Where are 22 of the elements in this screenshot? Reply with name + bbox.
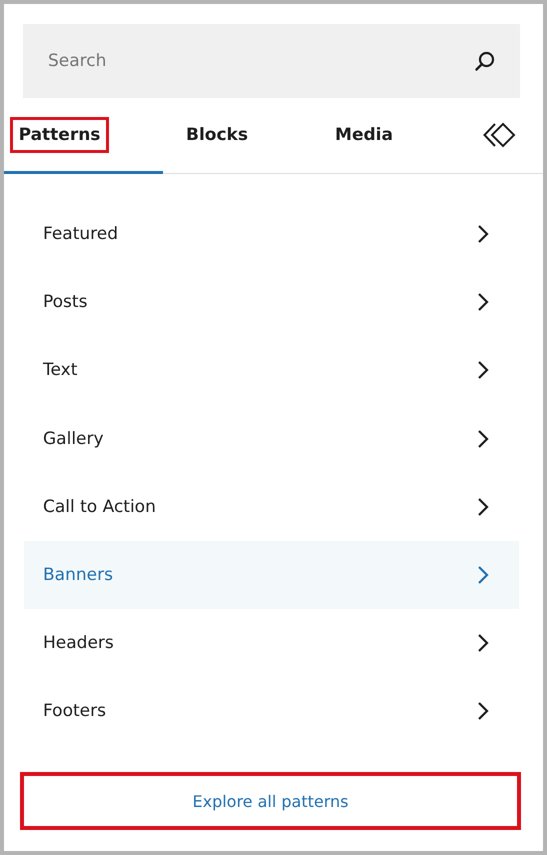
search-field[interactable]: Search <box>23 24 520 98</box>
search-icon <box>474 50 496 72</box>
category-item[interactable]: Banners <box>24 540 519 610</box>
tab[interactable]: Media <box>326 116 402 152</box>
chevron-right-icon <box>477 224 489 244</box>
tab[interactable]: Patterns <box>10 116 110 152</box>
category-item[interactable]: Posts <box>24 268 519 336</box>
chevron-right-icon <box>477 496 489 517</box>
explore-button[interactable]: Explore all patterns <box>20 772 521 830</box>
chevron-right-icon <box>477 292 489 312</box>
chevron-right-icon <box>477 701 489 722</box>
category-item[interactable]: Featured <box>24 200 519 268</box>
category-item[interactable]: Text <box>24 336 519 405</box>
category-item[interactable]: Headers <box>24 609 519 678</box>
category-item[interactable]: Call to Action <box>24 472 519 541</box>
category-item[interactable]: Gallery <box>24 404 519 473</box>
category-item[interactable]: Footers <box>24 677 519 746</box>
chevron-right-icon <box>477 633 489 654</box>
chevron-right-icon <box>477 360 489 380</box>
chevron-right-icon <box>477 428 489 449</box>
chevron-right-icon <box>477 565 489 586</box>
tab[interactable]: Blocks <box>177 116 257 152</box>
